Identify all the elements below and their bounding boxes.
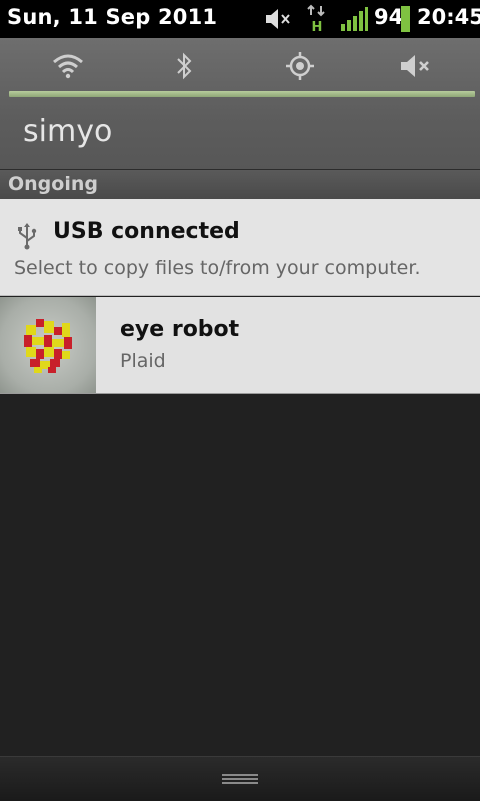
battery-icon	[401, 6, 410, 36]
notification-title: USB connected	[53, 219, 240, 244]
bluetooth-icon	[174, 51, 194, 85]
notification-subtitle: Plaid	[120, 350, 166, 372]
usb-icon	[16, 222, 38, 254]
grip-icon	[222, 774, 258, 786]
data-arrows-icon: H	[306, 4, 328, 38]
signal-bars-icon	[340, 6, 368, 36]
wifi-icon	[52, 53, 84, 83]
wifi-toggle[interactable]	[40, 50, 96, 86]
album-art	[0, 297, 96, 393]
toggle-state-strip	[9, 91, 475, 97]
battery-percent: 94	[374, 5, 404, 29]
notification-subtitle: Select to copy files to/from your comput…	[14, 257, 421, 279]
music-notification[interactable]: eye robot Plaid	[0, 297, 480, 394]
bluetooth-toggle[interactable]	[156, 50, 212, 86]
status-bar: Sun, 11 Sep 2011 H 94 20:45	[0, 0, 480, 38]
mute-icon	[399, 53, 433, 83]
notification-title: eye robot	[120, 317, 240, 342]
sound-toggle[interactable]	[388, 50, 444, 86]
clock: 20:45	[417, 5, 480, 29]
status-date: Sun, 11 Sep 2011	[7, 5, 218, 29]
gps-icon	[285, 51, 315, 85]
mute-icon	[264, 8, 292, 34]
shade-close-handle[interactable]	[0, 756, 480, 801]
quick-settings-panel: simyo	[0, 38, 480, 170]
network-type: H	[312, 20, 323, 34]
usb-notification[interactable]: USB connected Select to copy files to/fr…	[0, 199, 480, 296]
carrier-label: simyo	[23, 114, 113, 149]
ongoing-header: Ongoing	[0, 170, 480, 199]
ongoing-header-label: Ongoing	[8, 173, 98, 195]
gps-toggle[interactable]	[272, 50, 328, 86]
